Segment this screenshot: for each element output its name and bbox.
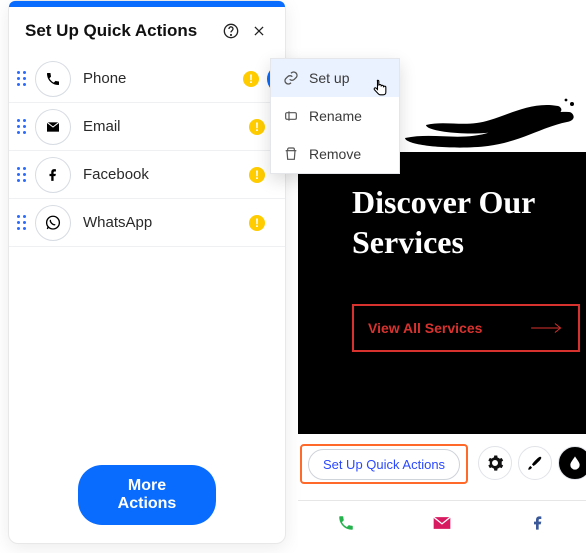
drag-handle-icon[interactable]	[17, 119, 29, 135]
droplet-icon	[567, 455, 583, 471]
close-icon[interactable]	[247, 19, 271, 43]
settings-tool[interactable]	[478, 446, 512, 480]
quick-actions-panel: Set Up Quick Actions	[8, 0, 286, 544]
hero-title: Discover Our Services	[352, 182, 586, 262]
view-services-button[interactable]: View All Services	[352, 304, 580, 352]
menu-item-remove[interactable]: Remove	[271, 135, 399, 173]
link-icon	[283, 70, 299, 86]
menu-item-label: Set up	[309, 70, 349, 86]
quickbar-facebook[interactable]	[490, 501, 586, 544]
action-label: Facebook	[83, 166, 249, 183]
whatsapp-icon	[35, 205, 71, 241]
cta-label: View All Services	[368, 320, 482, 336]
color-tool[interactable]	[558, 446, 586, 480]
action-row-facebook[interactable]: Facebook !	[9, 151, 285, 199]
facebook-icon	[530, 515, 546, 531]
set-up-quick-actions-button[interactable]: Set Up Quick Actions	[308, 449, 460, 480]
action-row-whatsapp[interactable]: WhatsApp !	[9, 199, 285, 247]
action-row-email[interactable]: Email !	[9, 103, 285, 151]
email-icon	[432, 515, 452, 531]
drag-handle-icon[interactable]	[17, 215, 29, 231]
menu-item-label: Rename	[309, 108, 362, 124]
phone-icon	[35, 61, 71, 97]
email-icon	[35, 109, 71, 145]
drag-handle-icon[interactable]	[17, 167, 29, 183]
brush-icon	[526, 454, 544, 472]
warning-icon: !	[249, 167, 265, 183]
gear-icon	[486, 454, 504, 472]
hero-section: Discover Our Services View All Services	[298, 152, 586, 434]
quickbar-email[interactable]	[394, 501, 490, 544]
phone-icon	[337, 514, 355, 532]
action-row-phone[interactable]: Phone !	[9, 55, 285, 103]
action-list: Phone ! Email !	[9, 55, 285, 247]
help-icon[interactable]	[219, 19, 243, 43]
design-tool[interactable]	[518, 446, 552, 480]
trash-icon	[283, 146, 299, 162]
quick-actions-bar	[298, 500, 586, 544]
facebook-icon	[35, 157, 71, 193]
row-context-menu: Set up Rename Remove	[270, 58, 400, 174]
panel-header: Set Up Quick Actions	[9, 7, 285, 51]
action-label: WhatsApp	[83, 214, 249, 231]
more-actions-button[interactable]: More Actions	[78, 465, 216, 525]
action-label: Phone	[83, 70, 243, 87]
panel-title: Set Up Quick Actions	[25, 21, 219, 41]
action-label: Email	[83, 118, 249, 135]
warning-icon: !	[243, 71, 259, 87]
warning-icon: !	[249, 215, 265, 231]
drag-handle-icon[interactable]	[17, 71, 29, 87]
menu-item-label: Remove	[309, 146, 361, 162]
arrow-right-icon	[530, 321, 564, 335]
quickbar-phone[interactable]	[298, 501, 394, 544]
brush-stroke-decoration	[400, 94, 580, 155]
selection-outline: Set Up Quick Actions	[300, 444, 468, 484]
rename-icon	[283, 108, 299, 124]
warning-icon: !	[249, 119, 265, 135]
cursor-pointer-icon	[370, 78, 390, 105]
